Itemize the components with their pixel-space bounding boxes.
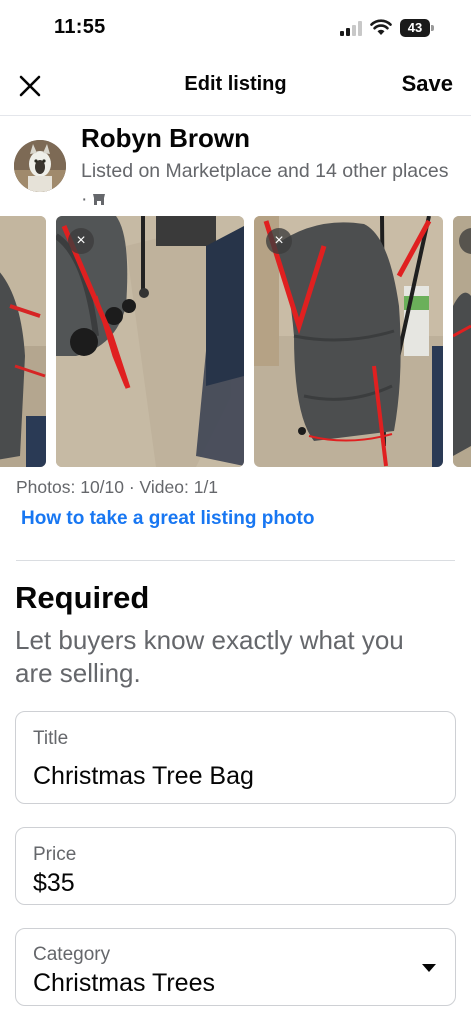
listing-places-text: Listed on Marketplace and 14 other place… [81, 160, 449, 210]
save-button[interactable]: Save [402, 71, 453, 97]
cellular-signal-icon [340, 20, 364, 36]
listing-photo[interactable] [0, 216, 46, 467]
title-field-label: Title [33, 728, 69, 749]
remove-photo-button[interactable]: × [266, 228, 292, 254]
caret-down-icon[interactable] [421, 963, 437, 973]
seller-name: Robyn Brown [81, 123, 250, 153]
category-field-value[interactable]: Christmas Trees [33, 969, 215, 998]
title-field[interactable]: Title Christmas Tree Bag [15, 711, 456, 804]
price-field-label: Price [33, 844, 77, 865]
remove-photo-button[interactable]: × [68, 228, 94, 254]
battery-level: 43 [400, 19, 430, 37]
photo-count: Photos: 10/10 · Video: 1/1 [16, 477, 219, 497]
divider [16, 560, 455, 561]
page-title: Edit listing [184, 73, 287, 95]
battery-icon: 43 [400, 19, 434, 37]
section-title-required: Required [15, 580, 150, 615]
photo-tips-link[interactable]: How to take a great listing photo [21, 508, 314, 530]
listing-photo[interactable] [453, 216, 471, 467]
title-field-value[interactable]: Christmas Tree Bag [33, 762, 254, 791]
category-select[interactable]: Category Christmas Trees [15, 928, 456, 1006]
status-time: 11:55 [54, 16, 106, 38]
listing-photo[interactable]: × [254, 216, 443, 467]
wifi-icon [370, 19, 392, 35]
category-field-label: Category [33, 944, 111, 965]
listing-places: Listed on Marketplace and 14 other place… [81, 157, 451, 213]
listing-photo[interactable]: × [56, 216, 244, 467]
price-field-value[interactable]: $35 [33, 869, 75, 898]
price-field[interactable]: Price $35 [15, 827, 456, 905]
section-description: Let buyers know exactly what you are sel… [15, 625, 404, 688]
avatar[interactable] [14, 140, 66, 192]
photo-carousel[interactable]: × × [0, 216, 471, 468]
marketplace-shop-icon [92, 194, 105, 205]
status-bar: 11:55 43 [0, 0, 471, 58]
top-bar: Edit listing Save [0, 58, 471, 116]
